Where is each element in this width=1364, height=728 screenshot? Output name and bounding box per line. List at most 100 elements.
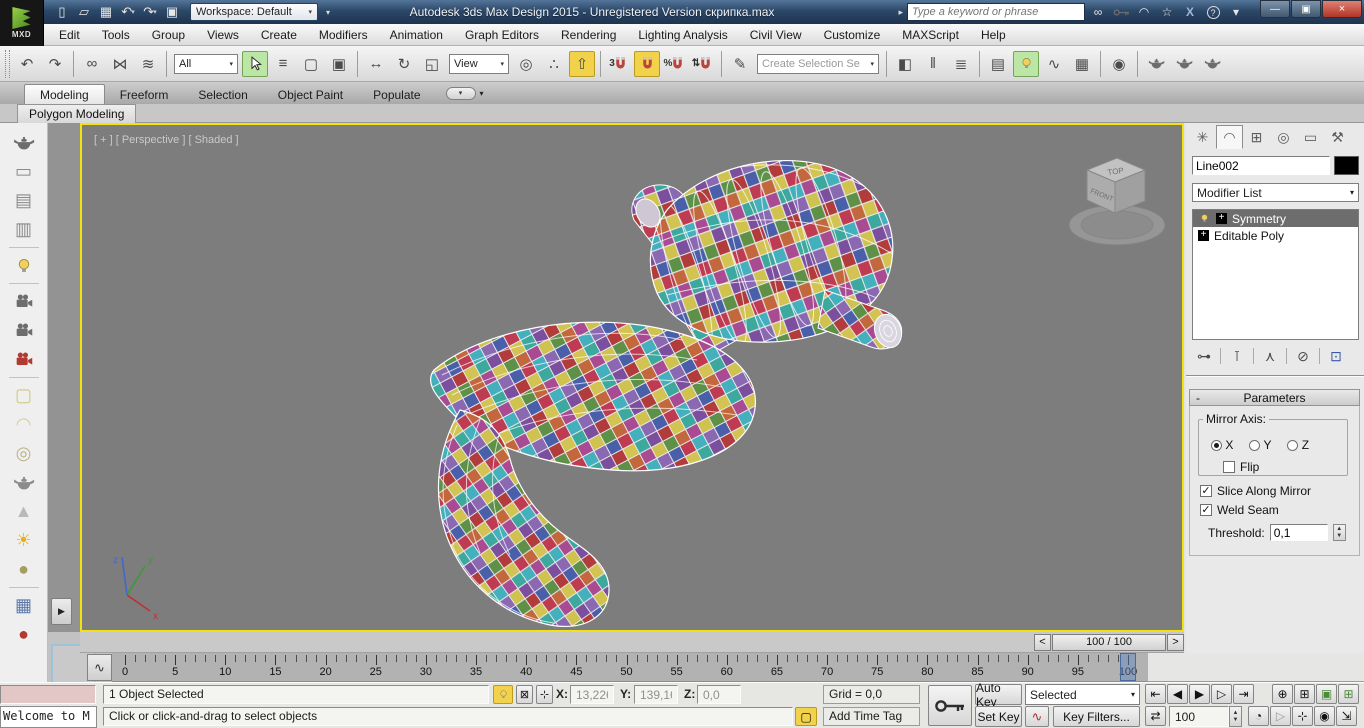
redo-button[interactable]: ↷ bbox=[42, 51, 68, 77]
ribbon-minimize-caret[interactable]: ▾ bbox=[480, 89, 484, 98]
violin-model[interactable] bbox=[429, 156, 907, 627]
light-lister-button[interactable] bbox=[6, 251, 42, 280]
command-tab-motion[interactable]: ◎ bbox=[1270, 125, 1297, 149]
pan-view-button[interactable]: ⊹ bbox=[1292, 706, 1313, 726]
snaps-toggle-button[interactable]: 3 bbox=[606, 51, 632, 77]
minimize-button[interactable]: — bbox=[1260, 0, 1290, 18]
solar-panel-button[interactable]: ▦ bbox=[6, 591, 42, 620]
menu-graph-editors[interactable]: Graph Editors bbox=[454, 26, 550, 44]
weld-seam-checkbox[interactable]: ✓ bbox=[1200, 504, 1212, 516]
spinner-up-icon[interactable]: ▲ bbox=[1336, 526, 1342, 533]
curve-editor-button[interactable]: ∿ bbox=[1041, 51, 1067, 77]
disc-light-button[interactable]: ◎ bbox=[6, 439, 42, 468]
help-button[interactable]: ? bbox=[1203, 3, 1223, 21]
maximize-viewport-button[interactable]: ⇲ bbox=[1336, 706, 1357, 726]
edit-named-selection-sets-button[interactable]: ✎ bbox=[727, 51, 753, 77]
rendered-frame-window-button[interactable] bbox=[1171, 51, 1197, 77]
isolate-selection-toggle[interactable] bbox=[493, 685, 513, 704]
ribbon-tab-object-paint[interactable]: Object Paint bbox=[263, 85, 358, 104]
menu-tools[interactable]: Tools bbox=[91, 26, 141, 44]
chevron-down-icon[interactable]: ▾ bbox=[153, 8, 157, 16]
search-flyout-icon[interactable]: ▸ bbox=[898, 7, 903, 18]
open-mini-curve-editor-button[interactable]: ∿ bbox=[87, 654, 112, 681]
frame-spinner[interactable]: ▲ ▼ bbox=[1229, 706, 1242, 727]
time-slider-handle[interactable]: 100 / 100 bbox=[1052, 633, 1166, 651]
infocenter-search-input[interactable] bbox=[907, 3, 1085, 21]
sphere-light-button[interactable]: ● bbox=[6, 555, 42, 584]
maxscript-listener-line[interactable]: Welcome to M bbox=[0, 706, 97, 728]
stack-row-editable-poly[interactable]: + Editable Poly bbox=[1193, 227, 1358, 244]
pin-stack-button[interactable]: ⊶ bbox=[1191, 346, 1217, 366]
object-name-field[interactable] bbox=[1192, 156, 1330, 175]
threshold-field[interactable] bbox=[1269, 524, 1328, 541]
time-configuration-button[interactable]: ◔ bbox=[1248, 706, 1269, 726]
create-camera-button[interactable] bbox=[6, 287, 42, 316]
use-pivot-point-center-button[interactable]: ◎ bbox=[513, 51, 539, 77]
set-keys-button[interactable] bbox=[928, 685, 972, 726]
new-scene-button[interactable]: ▯ bbox=[52, 2, 72, 22]
cone-light-button[interactable]: ▲ bbox=[6, 497, 42, 526]
toggle-ribbon-button[interactable] bbox=[1013, 50, 1039, 77]
configure-modifier-sets-button[interactable]: ⊡ bbox=[1323, 346, 1349, 366]
application-menu-button[interactable]: MXD bbox=[0, 0, 44, 46]
play-animation-button[interactable]: ▶ bbox=[1189, 684, 1210, 704]
render-production-button[interactable] bbox=[1199, 51, 1225, 77]
percent-snap-toggle-button[interactable]: % bbox=[662, 51, 688, 77]
auto-key-button[interactable]: Auto Key bbox=[975, 681, 1022, 709]
spinner-down-icon[interactable]: ▼ bbox=[1233, 717, 1239, 724]
workspace-dropdown[interactable]: Workspace: Default ▾ bbox=[190, 3, 318, 21]
subscription-key-button[interactable] bbox=[1111, 3, 1131, 21]
axis-radio-z[interactable] bbox=[1287, 440, 1299, 451]
viewport-canvas[interactable]: [ + ] [ Perspective ] [ Shaded ] TOP FRO… bbox=[82, 125, 1182, 630]
key-mode-toggle-button[interactable]: ⇄ bbox=[1145, 706, 1166, 726]
next-frame-nudge-button[interactable]: > bbox=[1167, 633, 1184, 651]
threshold-spinner[interactable]: ▲ ▼ bbox=[1332, 524, 1346, 541]
stack-row-symmetry[interactable]: + Symmetry bbox=[1193, 210, 1358, 227]
x-coordinate-field[interactable] bbox=[570, 685, 614, 704]
expand-icon[interactable]: + bbox=[1216, 213, 1227, 224]
remove-modifier-button[interactable]: ⊘ bbox=[1290, 346, 1316, 366]
wireframe-teapot-button[interactable] bbox=[6, 468, 42, 497]
previous-frame-nudge-button[interactable]: < bbox=[1034, 633, 1051, 651]
exchange-apps-button[interactable]: X bbox=[1180, 3, 1200, 21]
menu-views[interactable]: Views bbox=[196, 26, 250, 44]
spinner-snap-toggle-button[interactable]: ⇅ bbox=[690, 51, 716, 77]
make-unique-button[interactable]: ⋏ bbox=[1257, 346, 1283, 366]
z-coordinate-field[interactable] bbox=[697, 685, 741, 704]
video-camera-button[interactable] bbox=[6, 345, 42, 374]
expand-icon[interactable]: + bbox=[1198, 230, 1209, 241]
close-button[interactable]: × bbox=[1322, 0, 1362, 18]
perspective-viewport[interactable]: [ + ] [ Perspective ] [ Shaded ] TOP FRO… bbox=[80, 123, 1184, 632]
zoom-region-button[interactable]: ⊞ bbox=[1294, 684, 1315, 704]
help-caret-button[interactable]: ▾ bbox=[1226, 3, 1246, 21]
menu-animation[interactable]: Animation bbox=[379, 26, 454, 44]
axis-radio-y[interactable] bbox=[1249, 440, 1261, 451]
zoom-extents-all-button[interactable]: ⊞ bbox=[1338, 684, 1359, 704]
ribbon-tab-populate[interactable]: Populate bbox=[358, 85, 435, 104]
infocenter-search-button[interactable]: ∞ bbox=[1088, 3, 1108, 21]
menu-group[interactable]: Group bbox=[141, 26, 196, 44]
zoom-button[interactable]: ⊕ bbox=[1272, 684, 1293, 704]
spinner-down-icon[interactable]: ▼ bbox=[1336, 533, 1342, 540]
maxscript-mini-listener[interactable] bbox=[0, 685, 96, 704]
current-frame-field[interactable] bbox=[1169, 706, 1229, 727]
next-frame-button[interactable]: ▷ bbox=[1211, 684, 1232, 704]
select-by-name-button[interactable]: ≡ bbox=[270, 51, 296, 77]
play-selected-button[interactable]: ▷ bbox=[1270, 706, 1291, 726]
menu-create[interactable]: Create bbox=[250, 26, 308, 44]
set-key-button[interactable]: Set Key bbox=[975, 706, 1022, 727]
unlink-selection-button[interactable]: ⋈ bbox=[107, 51, 133, 77]
menu-lighting-analysis[interactable]: Lighting Analysis bbox=[627, 26, 738, 44]
axis-option-y[interactable]: Y bbox=[1249, 438, 1271, 452]
rectangular-selection-region-button[interactable]: ▢ bbox=[298, 51, 324, 77]
reference-coordinate-system-dropdown[interactable]: View ▾ bbox=[449, 53, 509, 74]
project-folder-button[interactable]: ▣ bbox=[162, 2, 182, 22]
menu-rendering[interactable]: Rendering bbox=[550, 26, 627, 44]
undo-button[interactable]: ↶ bbox=[14, 51, 40, 77]
zoom-extents-selected-button[interactable]: ▣ bbox=[1316, 684, 1337, 704]
menu-edit[interactable]: Edit bbox=[48, 26, 91, 44]
plane-light-button[interactable]: ▢ bbox=[6, 381, 42, 410]
bind-to-space-warp-button[interactable]: ≋ bbox=[135, 51, 161, 77]
favorites-button[interactable]: ☆ bbox=[1157, 3, 1177, 21]
modifier-stack[interactable]: + Symmetry + Editable Poly bbox=[1192, 209, 1359, 340]
